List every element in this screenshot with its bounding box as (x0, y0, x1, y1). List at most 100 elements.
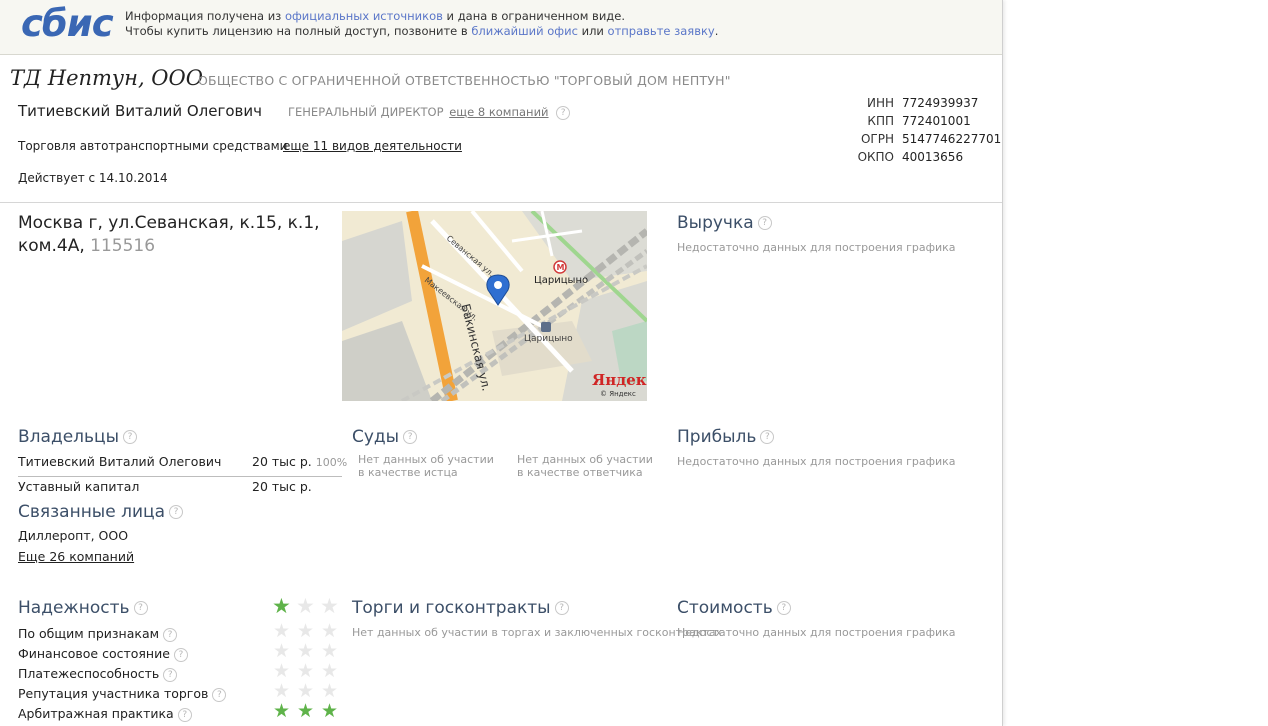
reliability-item: Арбитражная практика? (18, 706, 192, 722)
star-filled-icon: ★ (321, 700, 339, 722)
train-station-icon (541, 322, 551, 332)
help-icon[interactable]: ? (757, 216, 772, 230)
owners-section-title: Владельцы? (18, 427, 138, 447)
help-icon[interactable]: ? (776, 601, 791, 615)
profit-no-data: Недостаточно данных для построения графи… (677, 455, 956, 468)
star-empty-icon: ★ (273, 660, 291, 682)
star-empty-icon: ★ (321, 680, 339, 702)
director-role: ГЕНЕРАЛЬНЫЙ ДИРЕКТОР (288, 105, 444, 119)
code-row: ОКПО 40013656 (848, 148, 1001, 166)
code-value: 772401001 (902, 114, 971, 128)
notice-text: . (714, 24, 719, 38)
tenders-section-title: Торги и госконтракты? (352, 598, 569, 618)
profit-section-title: Прибыль? (677, 427, 775, 447)
license-notice: Информация получена из официальных источ… (125, 9, 718, 39)
courts-defendant-no-data: Нет данных об участии в качестве ответчи… (517, 453, 653, 479)
notice-text: или (577, 24, 608, 38)
code-value: 5147746227701 (902, 132, 1002, 146)
director-name[interactable]: Титиевский Виталий Олегович (18, 102, 262, 120)
reliability-item: Платежеспособность? (18, 666, 178, 682)
star-empty-icon: ★ (273, 620, 291, 642)
reliability-item-label: По общим признакам (18, 626, 160, 641)
reliability-section-title: Надежность? (18, 598, 148, 618)
star-empty-icon: ★ (273, 640, 291, 662)
tenders-no-data: Нет данных об участии в торгах и заключе… (352, 626, 723, 639)
section-title-text: Надежность (18, 598, 130, 618)
code-row: КПП 772401001 (848, 112, 1001, 130)
yandex-logo: Яндекс (592, 371, 647, 389)
star-filled-icon: ★ (273, 700, 291, 722)
map-canvas[interactable]: Бакинская ул. Севанская ул. Макеевская у… (342, 211, 647, 401)
related-more-link[interactable]: Еще 26 компаний (18, 549, 134, 564)
star-filled-icon: ★ (272, 594, 291, 618)
owner-name[interactable]: Титиевский Виталий Олегович (18, 454, 221, 469)
star-empty-icon: ★ (297, 660, 315, 682)
help-icon[interactable]: ? (163, 627, 178, 642)
revenue-no-data: Недостаточно данных для построения графи… (677, 241, 956, 254)
value-no-data: Недостаточно данных для построения графи… (677, 626, 956, 639)
reliability-item: По общим признакам? (18, 626, 178, 642)
map-copyright: © Яндекс (600, 390, 636, 398)
star-filled-icon: ★ (297, 700, 315, 722)
company-short-name: ТД Нептун, ООО (10, 66, 203, 90)
notice-text: Чтобы купить лицензию на полный доступ, … (125, 24, 472, 38)
code-row: ИНН 7724939937 (848, 94, 1001, 112)
company-card: сбис Информация получена из официальных … (0, 0, 1003, 726)
help-icon[interactable]: ? (556, 105, 571, 120)
section-title-text: Владельцы (18, 427, 120, 447)
star-empty-icon: ★ (273, 680, 291, 702)
active-since: Действует с 14.10.2014 (18, 171, 168, 185)
send-request-link[interactable]: отправьте заявку (608, 24, 715, 38)
divider (0, 202, 1002, 203)
help-icon[interactable]: ? (403, 430, 418, 444)
reliability-item-label: Репутация участника торгов (18, 686, 209, 701)
director-role-block: ГЕНЕРАЛЬНЫЙ ДИРЕКТОР еще 8 компаний ? (288, 105, 571, 120)
location-map[interactable]: Бакинская ул. Севанская ул. Макеевская у… (342, 211, 647, 401)
help-icon[interactable]: ? (133, 601, 148, 615)
help-icon[interactable]: ? (177, 707, 192, 722)
star-empty-icon: ★ (296, 594, 315, 618)
notice-text: и дана в ограниченном виде. (442, 9, 625, 23)
help-icon[interactable]: ? (163, 667, 178, 682)
address-line: Москва г, ул.Севанская, к.15, к.1, (18, 213, 320, 233)
value-section-title: Стоимость? (677, 598, 791, 618)
main-activity: Торговля автотранспортными средствами (18, 139, 288, 153)
top-bar: сбис Информация получена из официальных … (0, 0, 1002, 55)
sbis-logo[interactable]: сбис (21, 2, 114, 45)
related-company[interactable]: Диллеропт, ООО (18, 528, 128, 543)
capital-amount: 20 тыс р. (252, 479, 312, 494)
code-row: ОГРН 5147746227701 (848, 130, 1001, 148)
capital-label: Уставный капитал (18, 479, 140, 494)
help-icon[interactable]: ? (173, 647, 188, 662)
company-full-name: ОБЩЕСТВО С ОГРАНИЧЕННОЙ ОТВЕТСТВЕННОСТЬЮ… (198, 73, 731, 88)
revenue-section-title: Выручка? (677, 213, 772, 233)
help-icon[interactable]: ? (760, 430, 775, 444)
station-label: Царицыно (524, 334, 573, 344)
official-sources-link[interactable]: официальных источников (285, 9, 443, 23)
code-label: ОГРН (860, 132, 894, 146)
company-address: Москва г, ул.Севанская, к.15, к.1, ком.4… (18, 212, 328, 258)
help-icon[interactable]: ? (123, 430, 138, 444)
star-empty-icon: ★ (321, 640, 339, 662)
registration-codes: ИНН 7724939937 КПП 772401001 ОГРН 514774622… (848, 94, 1002, 166)
star-empty-icon: ★ (320, 594, 339, 618)
code-label: ИНН (866, 96, 894, 110)
zip-code: 115516 (90, 236, 156, 256)
director-more-companies-link[interactable]: еще 8 компаний (449, 105, 548, 119)
help-icon[interactable]: ? (212, 687, 227, 702)
star-empty-icon: ★ (297, 640, 315, 662)
section-title-text: Связанные лица (18, 502, 165, 522)
help-icon[interactable]: ? (554, 601, 569, 615)
owner-amount: 20 тыс р. (252, 454, 312, 469)
reliability-item: Репутация участника торгов? (18, 686, 227, 702)
help-icon[interactable]: ? (169, 505, 183, 519)
section-title-text: Суды (352, 427, 400, 447)
star-empty-icon: ★ (297, 680, 315, 702)
courts-plaintiff-no-data: Нет данных об участии в качестве истца (358, 453, 494, 479)
divider (18, 476, 342, 477)
address-line: ком.4А, (18, 236, 85, 256)
reliability-item-label: Финансовое состояние (18, 646, 170, 661)
nearest-office-link[interactable]: ближайший офис (471, 24, 578, 38)
star-empty-icon: ★ (297, 620, 315, 642)
more-activities-link[interactable]: еще 11 видов деятельности (283, 139, 462, 153)
